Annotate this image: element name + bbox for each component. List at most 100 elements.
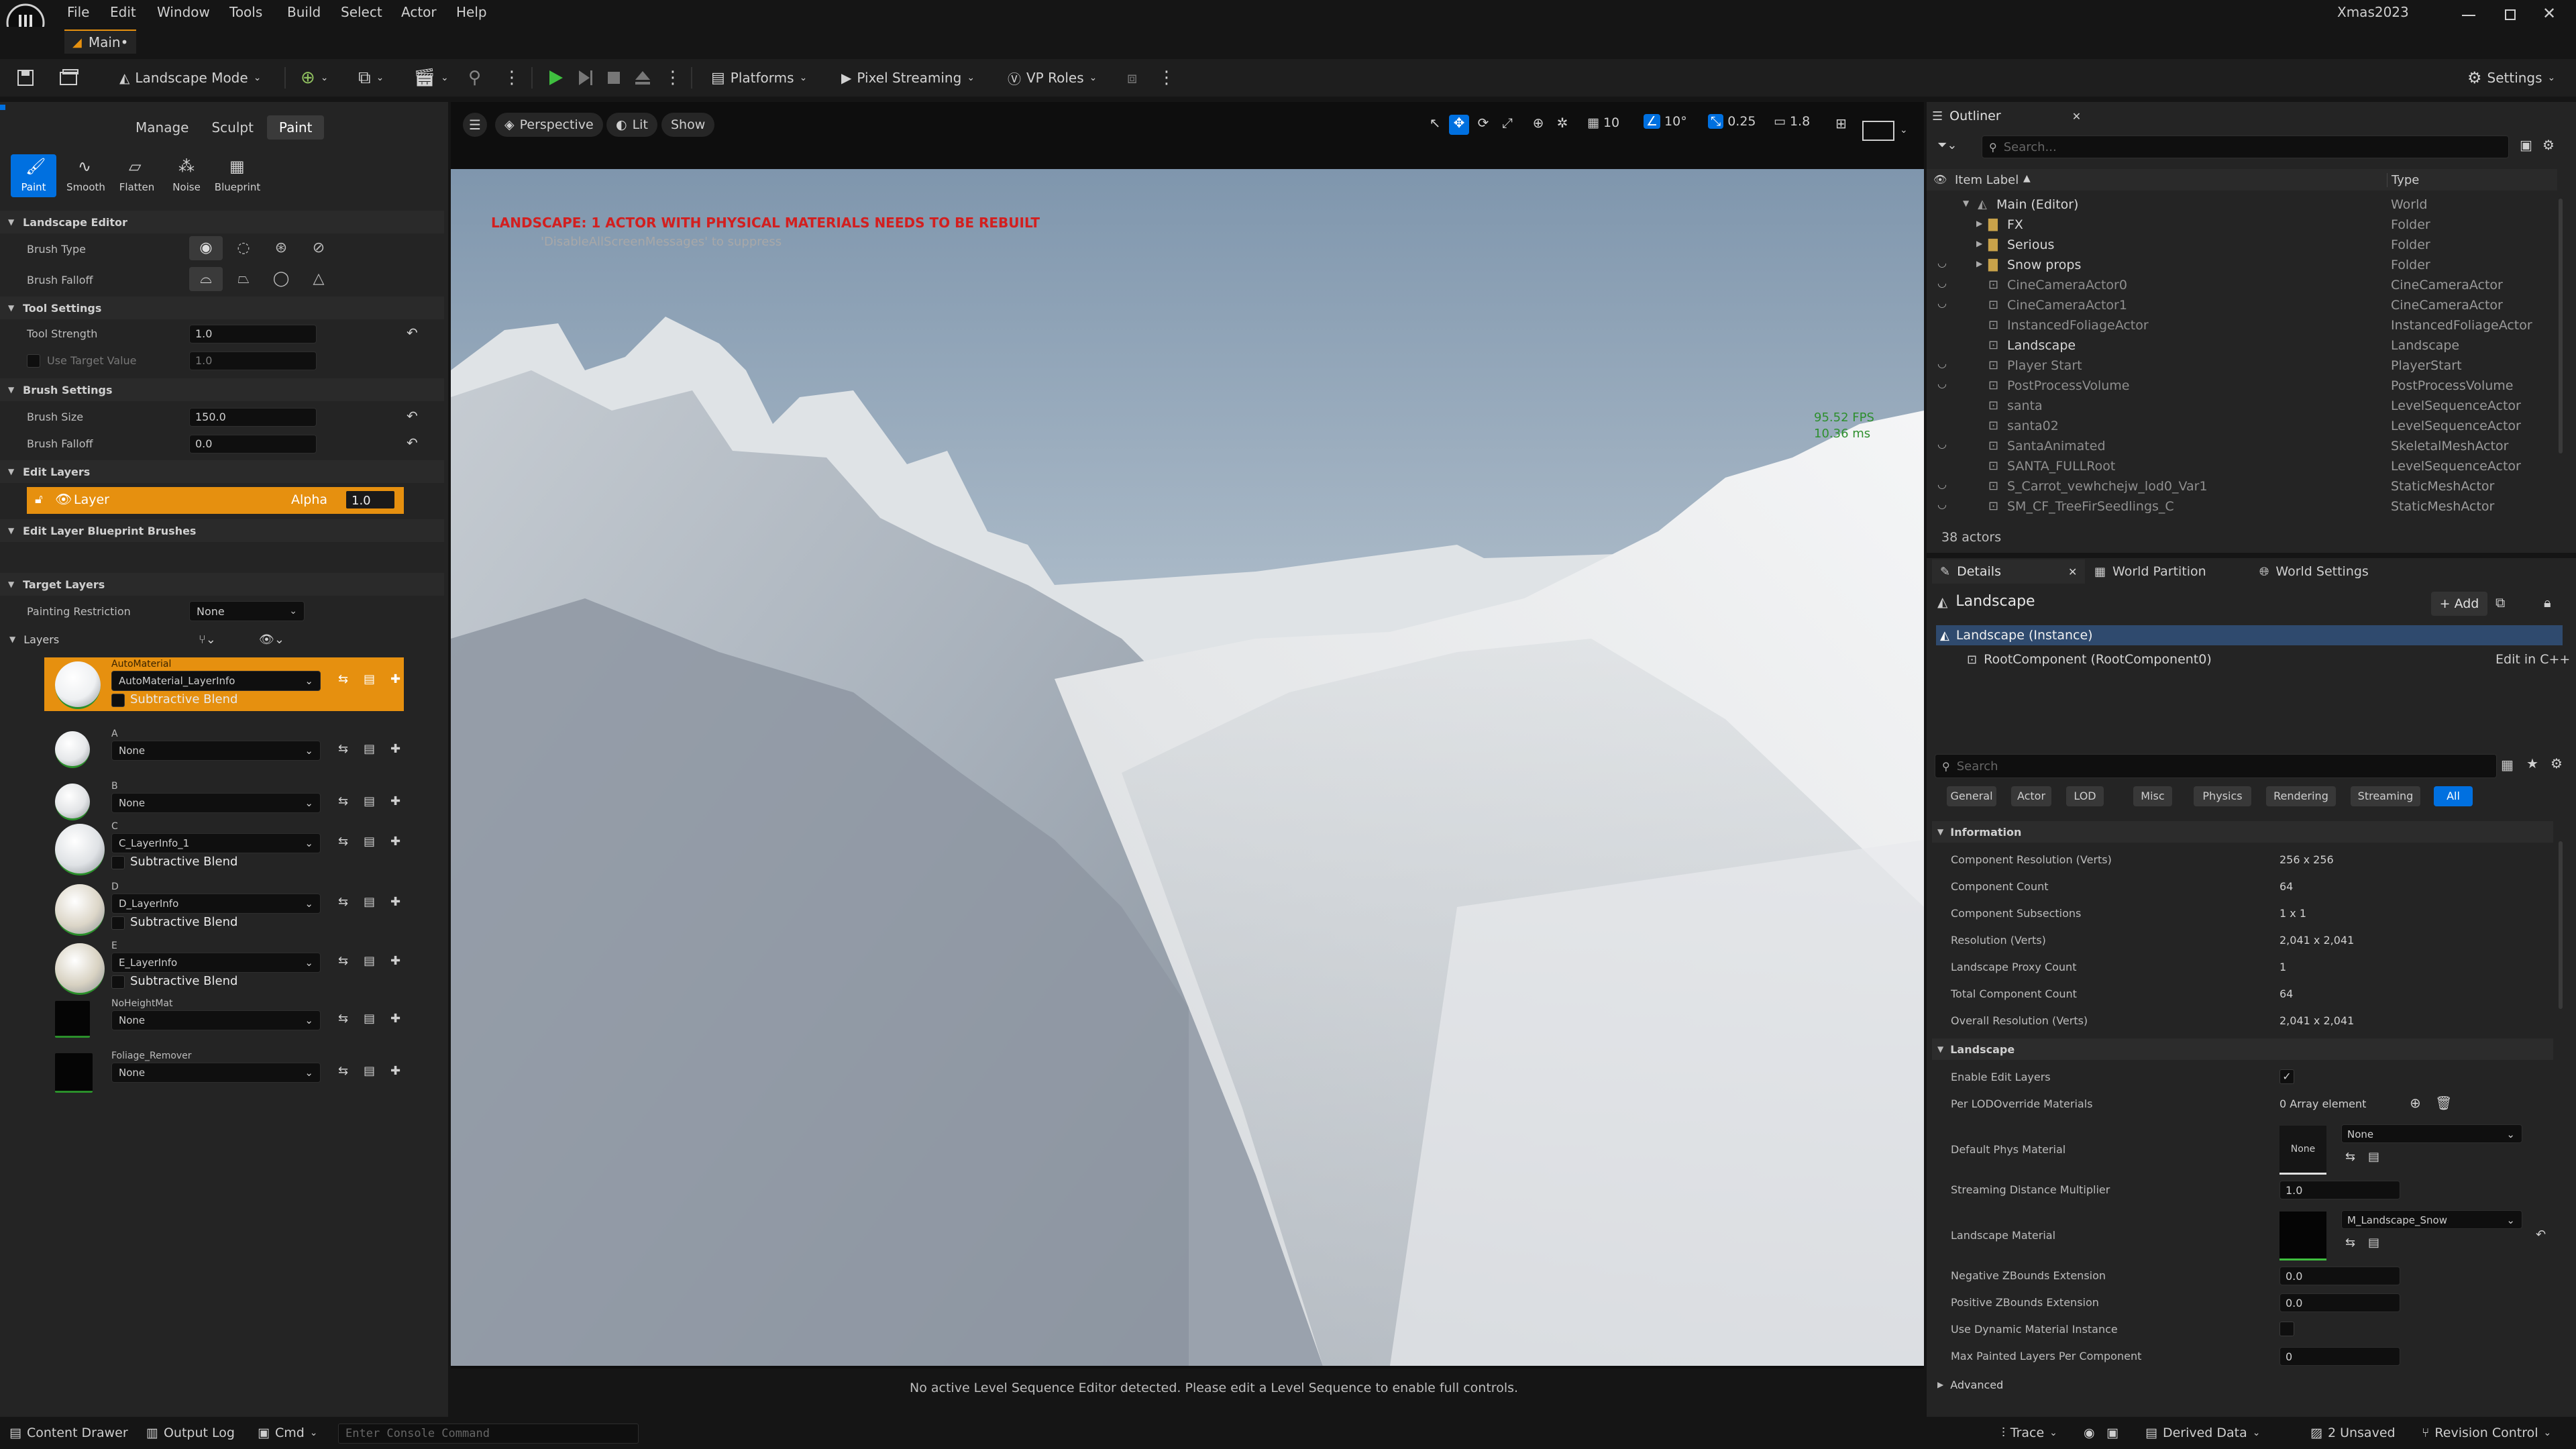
save-icon[interactable] [16, 64, 35, 91]
settings-button[interactable]: ⚙ Settings ⌄ [2467, 64, 2555, 91]
outliner-row[interactable]: ◡ ⊡ S_Carrot_vewhchejw_lod0_Var1 StaticMesh… [1927, 476, 2557, 496]
minimize-icon[interactable] [2462, 15, 2475, 16]
section-target-layers[interactable]: ▼ Target Layers [0, 573, 444, 596]
add-element-icon[interactable]: ⊕ [2410, 1095, 2421, 1111]
lit-button[interactable]: ◐ Lit [606, 113, 657, 137]
details-actor-name[interactable]: Landscape [1955, 593, 2035, 610]
outliner-row[interactable]: ⊡ SANTA_FULLRoot LevelSequenceActor [1927, 456, 2557, 476]
outliner-row[interactable]: ◡ ⊡ SM_CF_TreeFirSeedlings_C StaticMeshActo… [1927, 496, 2557, 517]
output-log-button[interactable]: ▥ Output Log [146, 1424, 235, 1442]
use-selected-icon[interactable]: ⇆ [338, 895, 348, 909]
rotation-snap-control[interactable]: ∠ 10° [1644, 114, 1687, 129]
menu-build[interactable]: Build [287, 0, 321, 24]
outliner-settings-icon[interactable]: ⚙ [2542, 137, 2555, 153]
outliner-tab[interactable]: ☰ Outliner ✕ [1932, 105, 2081, 127]
camera-speed-control[interactable]: ▭ 1.8 [1774, 114, 1810, 129]
outliner-row[interactable]: ⊡ Landscape Landscape [1927, 335, 2557, 356]
section-edit-layers[interactable]: ▼ Edit Layers [0, 460, 444, 483]
browse-folder-icon[interactable]: ▤ [2368, 1236, 2379, 1250]
section-landscape-editor[interactable]: ▼ Landscape Editor [0, 211, 444, 233]
menu-tools[interactable]: Tools [229, 0, 262, 24]
close-tab-icon[interactable]: ✕ [2068, 566, 2077, 578]
use-target-value-checkbox[interactable] [27, 354, 40, 368]
viewport-menu-icon[interactable]: ☰ [463, 113, 487, 137]
layer-item[interactable]: E E_LayerInfo ⌄ ⇆ ▤ ✚ Subtractive Blend [44, 939, 404, 997]
visibility-eye-icon[interactable]: ◡ [1937, 297, 1947, 309]
outliner-row[interactable]: ▼ ◭ Main (Editor) World [1927, 195, 2557, 215]
cinematics-icon[interactable]: 🎬︎ ⌄ [413, 64, 449, 91]
outliner-row[interactable]: ▶ ▇ FX Folder [1927, 215, 2557, 235]
outliner-row[interactable]: ◡ ⊡ SantaAnimated SkeletalMeshActor [1927, 436, 2557, 456]
col-type[interactable]: Type [2387, 173, 2419, 187]
browse-folder-icon[interactable]: ▤ [2368, 1150, 2379, 1164]
layer-info-dropdown[interactable]: None ⌄ [111, 741, 321, 761]
more-options-icon[interactable]: ⋮ [1158, 64, 1175, 91]
brush-alpha-icon[interactable]: ◌ [227, 236, 260, 260]
trash-icon[interactable]: 🗑︎ [2435, 1095, 2452, 1111]
outliner-row[interactable]: ◡ ⊡ Player Start PlayerStart [1927, 356, 2557, 376]
material-thumbnail[interactable] [2279, 1212, 2326, 1260]
use-selected-icon[interactable]: ⇆ [338, 835, 348, 849]
perspective-button[interactable]: ◈ Perspective [495, 113, 603, 137]
landscape-mode-dropdown[interactable]: ◭ Landscape Mode ⌄ [119, 64, 261, 91]
favorites-star-icon[interactable]: ★ [2526, 755, 2538, 771]
filter-rendering[interactable]: Rendering [2266, 786, 2336, 806]
section-tool-settings[interactable]: ▼ Tool Settings [0, 297, 444, 319]
menu-edit[interactable]: Edit [110, 0, 136, 24]
add-component-button[interactable]: + Add [2431, 592, 2487, 616]
tool-noise[interactable]: ⁂ Noise [162, 154, 211, 197]
grid-snap-control[interactable]: ▦ 10 [1587, 115, 1619, 130]
expand-arrow-icon[interactable]: ▶ [1976, 239, 1982, 248]
menu-file[interactable]: File [67, 0, 89, 24]
browse-folder-icon[interactable]: ▤ [364, 835, 375, 849]
dynamic-material-checkbox[interactable] [2279, 1322, 2294, 1336]
outliner-row[interactable]: ⊡ InstancedFoliageActor InstancedFoliageAc… [1927, 315, 2557, 335]
lock-details-icon[interactable]: 🔒︎ [2544, 594, 2551, 610]
level-viewport[interactable]: LANDSCAPE: 1 ACTOR WITH PHYSICAL MATERIA… [451, 102, 1924, 1368]
root-component-row[interactable]: ⊡ RootComponent (RootComponent0) [1936, 649, 2563, 669]
browse-folder-icon[interactable]: ▤ [364, 794, 375, 808]
table-view-icon[interactable]: ▦ [2501, 757, 2514, 773]
rotate-mode-icon[interactable]: ⟳ [1473, 115, 1493, 135]
visibility-eye-icon[interactable]: ◡ [1937, 478, 1947, 490]
add-layer-icon[interactable]: ✚ [390, 895, 400, 909]
filter-lod[interactable]: LOD [2066, 786, 2104, 806]
visibility-eye-icon[interactable]: ◡ [1937, 256, 1947, 269]
use-selected-icon[interactable]: ⇆ [338, 954, 348, 968]
painting-restriction-dropdown[interactable]: None ⌄ [189, 601, 305, 621]
outliner-row[interactable]: ◡ ⊡ CineCameraActor1 CineCameraActor [1927, 295, 2557, 315]
use-selected-icon[interactable]: ⇆ [338, 794, 348, 808]
layer-item[interactable]: D D_LayerInfo ⌄ ⇆ ▤ ✚ Subtractive Blend [44, 880, 404, 938]
layer-visibility-icon[interactable]: 👁︎⌄ [259, 633, 284, 647]
close-tab-icon[interactable]: ✕ [2072, 110, 2081, 123]
layer-info-dropdown[interactable]: C_LayerInfo_1 ⌄ [111, 833, 321, 853]
tab-main[interactable]: ◢ Main• [64, 30, 137, 54]
section-blueprint-brushes[interactable]: ▼ Edit Layer Blueprint Brushes [0, 519, 444, 542]
visibility-eye-icon[interactable]: ◡ [1937, 437, 1947, 450]
layer-item[interactable]: B None ⌄ ⇆ ▤ ✚ [44, 780, 404, 822]
layer-info-dropdown[interactable]: None ⌄ [111, 1010, 321, 1030]
visibility-eye-icon[interactable]: ◡ [1937, 276, 1947, 289]
source-control-icon[interactable]: ⧈ [1127, 64, 1137, 91]
add-layer-icon[interactable]: ✚ [390, 1064, 400, 1078]
expand-arrow-icon[interactable]: ▶ [1976, 259, 1982, 268]
unsaved-button[interactable]: ▨ 2 Unsaved [2310, 1424, 2396, 1442]
layers-header[interactable]: ▼ Layers ⑂⌄ 👁︎⌄ [0, 628, 444, 651]
tab-world-partition[interactable]: ▦ World Partition [2094, 559, 2206, 584]
content-drawer-button[interactable]: ▤ Content Drawer [9, 1424, 128, 1442]
layer-info-dropdown[interactable]: None ⌄ [111, 1063, 321, 1083]
outliner-add-icon[interactable]: ▣ [2520, 137, 2532, 153]
filter-misc[interactable]: Misc [2133, 786, 2172, 806]
pos-zbounds-field[interactable]: 0.0 [2279, 1293, 2400, 1312]
enable-edit-layers-checkbox[interactable]: ✓ [2279, 1069, 2294, 1084]
maximize-viewport-icon[interactable]: ⊞ [1835, 115, 1847, 131]
add-layer-icon[interactable]: ✚ [390, 794, 400, 808]
outliner-row[interactable]: ◡ ⊡ CineCameraActor0 CineCameraActor [1927, 275, 2557, 295]
tab-manage[interactable]: Manage [126, 115, 198, 140]
browse-folder-icon[interactable]: ▤ [364, 742, 375, 756]
tool-paint[interactable]: 🖌︎ Paint [11, 154, 56, 197]
use-selected-icon[interactable]: ⇆ [338, 742, 348, 756]
stop-button[interactable] [605, 64, 623, 91]
phys-material-thumbnail[interactable]: None [2279, 1126, 2326, 1175]
filter-streaming[interactable]: Streaming [2351, 786, 2420, 806]
